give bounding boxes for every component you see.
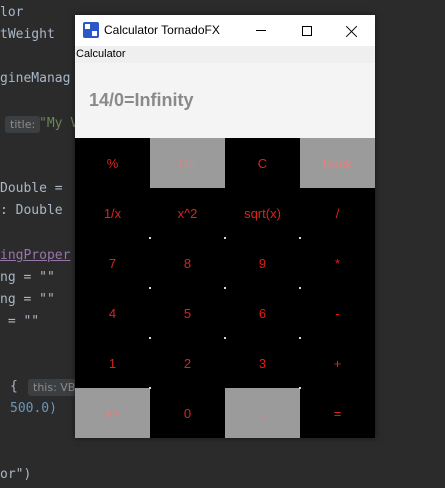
key-6[interactable]: 6 [225, 288, 300, 338]
keypad: % CE C Back 1/x x^2 sqrt(x) / 7 8 9 * 4 … [75, 138, 375, 438]
key-4[interactable]: 4 [75, 288, 150, 338]
code-line: ingProper [0, 248, 71, 263]
code-line: gineManag [0, 71, 71, 86]
key-square[interactable]: x^2 [150, 188, 225, 238]
close-icon [346, 25, 358, 37]
key-sqrt[interactable]: sqrt(x) [225, 188, 300, 238]
maximize-icon [302, 25, 312, 36]
minimize-button[interactable] [238, 15, 284, 46]
grid-dot [149, 237, 151, 239]
key-3[interactable]: 3 [225, 338, 300, 388]
grid-dot [299, 287, 301, 289]
key-decimal[interactable]: , [225, 388, 300, 438]
key-negate[interactable]: +/- [75, 388, 150, 438]
key-0[interactable]: 0 [150, 388, 225, 438]
key-add[interactable]: + [300, 338, 375, 388]
grid-dot [224, 287, 226, 289]
code-line: ng = "" [0, 292, 55, 307]
calculator-window: Calculator TornadoFX Calculator 14/0=Inf… [75, 15, 375, 438]
inlay-hint: title: [5, 116, 41, 133]
close-button[interactable] [329, 15, 375, 46]
calculator-app-icon [83, 22, 99, 38]
menu-calculator[interactable]: Calculator [75, 46, 375, 63]
grid-dot [299, 237, 301, 239]
key-2[interactable]: 2 [150, 338, 225, 388]
title-bar[interactable]: Calculator TornadoFX [75, 15, 375, 46]
key-divide[interactable]: / [300, 188, 375, 238]
inlay-hint: this: VB [28, 379, 81, 396]
code-line: = "" [0, 314, 40, 329]
key-clear[interactable]: C [225, 138, 300, 188]
minimize-icon [256, 30, 266, 31]
key-percent[interactable]: % [75, 138, 150, 188]
key-backspace[interactable]: Back [300, 138, 375, 188]
key-8[interactable]: 8 [150, 238, 225, 288]
display-area: 14/0=Infinity [75, 63, 375, 138]
key-multiply[interactable]: * [300, 238, 375, 288]
code-string: "My V [39, 116, 79, 131]
key-equals[interactable]: = [300, 388, 375, 438]
key-reciprocal[interactable]: 1/x [75, 188, 150, 238]
code-line: ng = "" [0, 270, 55, 285]
key-subtract[interactable]: - [300, 288, 375, 338]
code-line: { [10, 379, 18, 394]
grid-dot [224, 237, 226, 239]
grid-dot [149, 387, 151, 389]
grid-dot [299, 337, 301, 339]
key-1[interactable]: 1 [75, 338, 150, 388]
window-title: Calculator TornadoFX [104, 23, 220, 37]
grid-dot [149, 287, 151, 289]
code-line: or") [0, 467, 32, 482]
code-line: 500.0) [10, 401, 57, 416]
code-line: tWeight [0, 27, 55, 42]
grid-dot [149, 337, 151, 339]
code-line: lor [0, 5, 24, 20]
code-line: : Double [0, 203, 63, 218]
key-5[interactable]: 5 [150, 288, 225, 338]
code-line: Double = [0, 181, 63, 196]
key-7[interactable]: 7 [75, 238, 150, 288]
grid-dot [224, 337, 226, 339]
key-9[interactable]: 9 [225, 238, 300, 288]
key-clear-entry[interactable]: CE [150, 138, 225, 188]
grid-dot [299, 387, 301, 389]
calculator-display: 14/0=Infinity [89, 90, 194, 110]
maximize-button[interactable] [284, 15, 330, 46]
